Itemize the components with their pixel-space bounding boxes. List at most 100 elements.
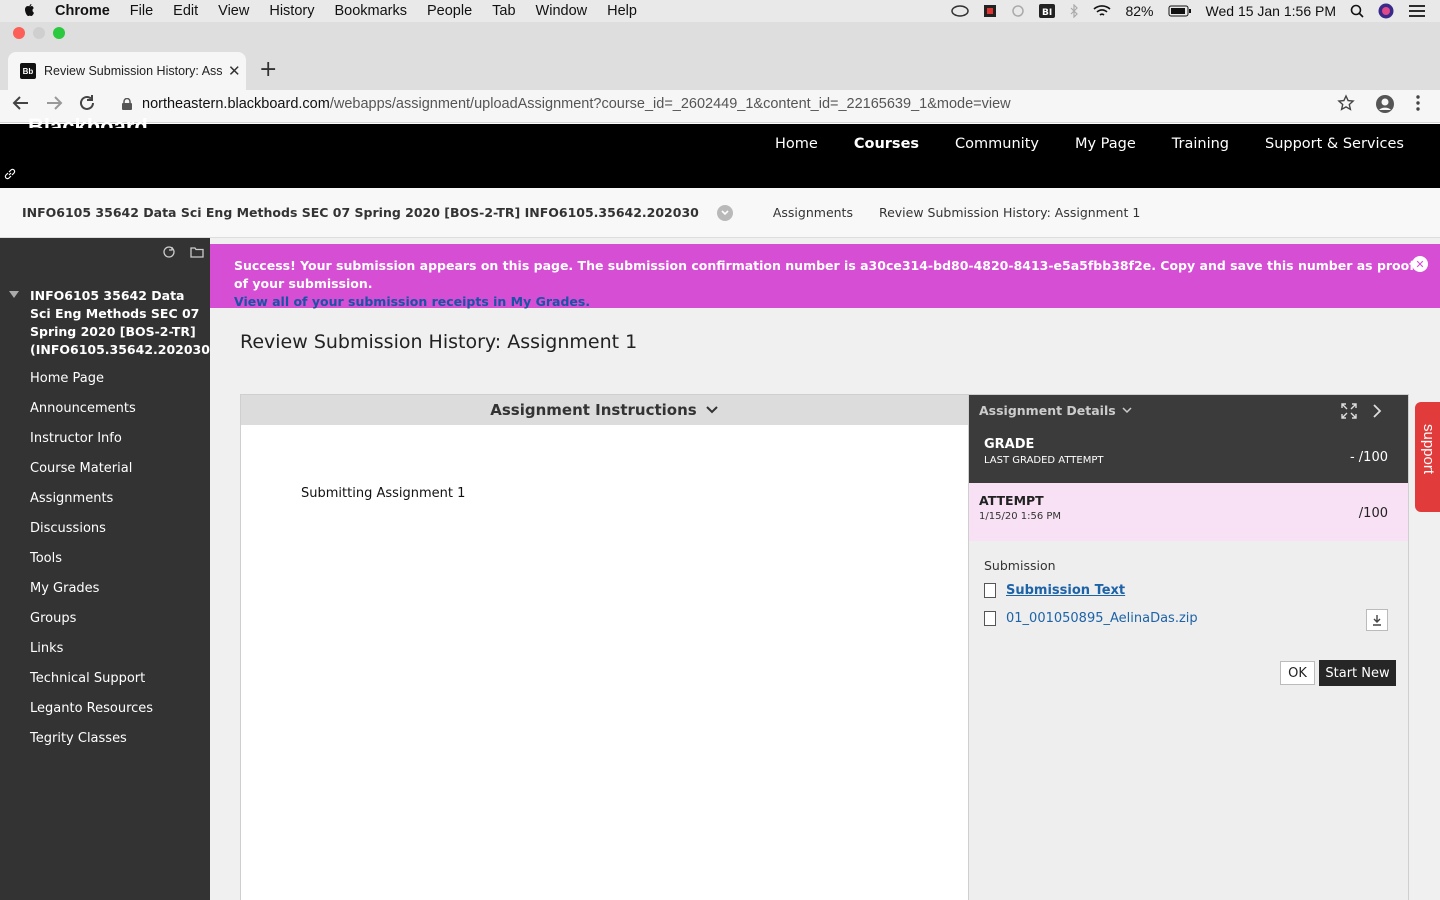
folder-icon[interactable] — [190, 244, 204, 258]
link-icon[interactable] — [4, 168, 16, 183]
sidebar-item-tools[interactable]: Tools — [30, 548, 153, 578]
siri-icon[interactable] — [1378, 3, 1394, 19]
nav-home[interactable]: Home — [775, 136, 818, 152]
menu-tab[interactable]: Tab — [492, 3, 515, 19]
submission-text-link[interactable]: Submission Text — [984, 583, 1125, 598]
breadcrumb-current: Review Submission History: Assignment 1 — [878, 205, 1141, 220]
download-icon[interactable] — [1366, 609, 1388, 631]
details-header[interactable]: Assignment Details — [969, 395, 1408, 425]
sidebar-item-groups[interactable]: Groups — [30, 608, 153, 638]
close-tab-icon[interactable]: ✕ — [228, 62, 241, 80]
minimize-window-button[interactable] — [33, 27, 45, 39]
menu-app-name[interactable]: Chrome — [55, 3, 110, 19]
instructions-label: Assignment Instructions — [490, 401, 697, 419]
attempt-value: /100 — [1358, 506, 1388, 521]
lock-icon[interactable] — [122, 98, 132, 110]
clock[interactable]: Wed 15 Jan 1:56 PM — [1206, 3, 1336, 19]
creative-cloud-icon[interactable] — [951, 5, 970, 17]
new-tab-button[interactable]: + — [259, 57, 277, 82]
support-tab-label: support — [1420, 424, 1437, 475]
menu-file[interactable]: File — [130, 3, 153, 19]
browser-tab[interactable]: Bb Review Submission History: Assignment… — [8, 52, 246, 90]
grade-value: - /100 — [1349, 450, 1388, 465]
sidebar-item-home-page[interactable]: Home Page — [30, 368, 153, 398]
sidebar-item-tegrity-classes[interactable]: Tegrity Classes — [30, 728, 153, 758]
window-titlebar — [0, 22, 1440, 44]
assignment-details-panel: Assignment Details GRADE LAST GRADED ATT… — [968, 394, 1409, 900]
menu-people[interactable]: People — [427, 3, 472, 19]
sidebar-item-course-material[interactable]: Course Material — [30, 458, 153, 488]
sidebar-item-my-grades[interactable]: My Grades — [30, 578, 153, 608]
submission-file-link[interactable]: 01_001050895_AelinaDas.zip — [984, 611, 1198, 626]
nav-support-services[interactable]: Support & Services — [1265, 136, 1404, 152]
close-window-button[interactable] — [13, 27, 25, 39]
instructions-text: Submitting Assignment 1 — [301, 486, 466, 501]
menu-help[interactable]: Help — [607, 3, 637, 19]
collapse-triangle-icon[interactable] — [9, 291, 19, 298]
refresh-icon[interactable] — [162, 244, 176, 258]
sidebar-item-instructor-info[interactable]: Instructor Info — [30, 428, 153, 458]
submission-label: Submission — [984, 558, 1056, 573]
bookmark-star-icon[interactable] — [1337, 94, 1355, 117]
breadcrumb-assignments[interactable]: Assignments — [773, 205, 853, 220]
grade-label: GRADE — [984, 437, 1035, 452]
breadcrumb: INFO6105 35642 Data Sci Eng Methods SEC … — [0, 188, 1440, 238]
sidebar-item-technical-support[interactable]: Technical Support — [30, 668, 153, 698]
nav-my-page[interactable]: My Page — [1075, 136, 1136, 152]
instructions-toggle[interactable]: Assignment Instructions — [241, 395, 968, 425]
battery-percent: 82% — [1125, 3, 1154, 19]
address-bar[interactable]: northeastern.blackboard.com/webapps/assi… — [110, 92, 1368, 116]
bluetooth-icon[interactable] — [1069, 4, 1079, 18]
menu-bookmarks[interactable]: Bookmarks — [334, 3, 407, 19]
menu-edit[interactable]: Edit — [173, 3, 198, 19]
alert-receipts-link[interactable]: View all of your submission receipts in … — [234, 294, 590, 309]
sync-icon[interactable] — [1011, 4, 1025, 18]
support-tab[interactable]: support — [1415, 402, 1440, 512]
wifi-icon[interactable] — [1093, 4, 1112, 18]
submission-file-name: 01_001050895_AelinaDas.zip — [1006, 611, 1198, 626]
profile-icon[interactable] — [1375, 94, 1395, 119]
maximize-window-button[interactable] — [53, 27, 65, 39]
nav-training[interactable]: Training — [1172, 136, 1229, 152]
ok-button[interactable]: OK — [1280, 661, 1315, 685]
battery-icon[interactable] — [1168, 5, 1192, 17]
success-alert: Success! Your submission appears on this… — [210, 244, 1440, 309]
notification-center-icon[interactable] — [1408, 4, 1426, 18]
chevron-right-icon[interactable] — [1372, 404, 1382, 418]
apple-icon[interactable] — [21, 3, 37, 19]
attempt-label: ATTEMPT — [979, 493, 1044, 508]
expand-icon[interactable] — [1341, 403, 1357, 419]
attempt-row[interactable]: ATTEMPT 1/15/20 1:56 PM /100 — [969, 483, 1408, 541]
menu-view[interactable]: View — [218, 3, 249, 19]
url-path: /webapps/assignment/uploadAssignment?cou… — [329, 96, 1011, 112]
course-title[interactable]: INFO6105 35642 Data Sci Eng Methods SEC … — [30, 287, 216, 359]
tab-title: Review Submission History: Assignment 1 — [44, 64, 222, 78]
sidebar-item-discussions[interactable]: Discussions — [30, 518, 153, 548]
sidebar-item-assignments[interactable]: Assignments — [30, 488, 153, 518]
page-title: Review Submission History: Assignment 1 — [240, 331, 638, 353]
chevron-down-icon[interactable] — [716, 204, 733, 221]
document-icon — [984, 611, 996, 626]
url-host: northeastern.blackboard.com — [142, 96, 330, 112]
nav-courses[interactable]: Courses — [854, 136, 919, 152]
sidebar-item-leganto-resources[interactable]: Leganto Resources — [30, 698, 153, 728]
close-icon[interactable]: ✕ — [1412, 256, 1428, 272]
breadcrumb-course[interactable]: INFO6105 35642 Data Sci Eng Methods SEC … — [22, 205, 699, 220]
nav-community[interactable]: Community — [955, 136, 1039, 152]
start-new-button[interactable]: Start New — [1319, 660, 1396, 686]
bi-app-icon[interactable]: BI — [1039, 4, 1056, 18]
app-status-icon[interactable] — [983, 4, 997, 18]
submission-text-label: Submission Text — [1006, 583, 1126, 598]
document-icon — [984, 583, 996, 598]
sidebar-item-announcements[interactable]: Announcements — [30, 398, 153, 428]
menu-history[interactable]: History — [269, 3, 314, 19]
chrome-menu-icon[interactable] — [1414, 94, 1422, 117]
blackboard-logo[interactable]: Blackboard — [28, 112, 148, 128]
details-title: Assignment Details — [979, 402, 1116, 418]
sidebar-item-links[interactable]: Links — [30, 638, 153, 668]
grade-summary: GRADE LAST GRADED ATTEMPT - /100 — [969, 425, 1408, 483]
spotlight-search-icon[interactable] — [1350, 4, 1364, 18]
course-menu: INFO6105 35642 Data Sci Eng Methods SEC … — [0, 238, 216, 900]
menu-window[interactable]: Window — [536, 3, 588, 19]
main-content: Success! Your submission appears on this… — [210, 238, 1440, 900]
